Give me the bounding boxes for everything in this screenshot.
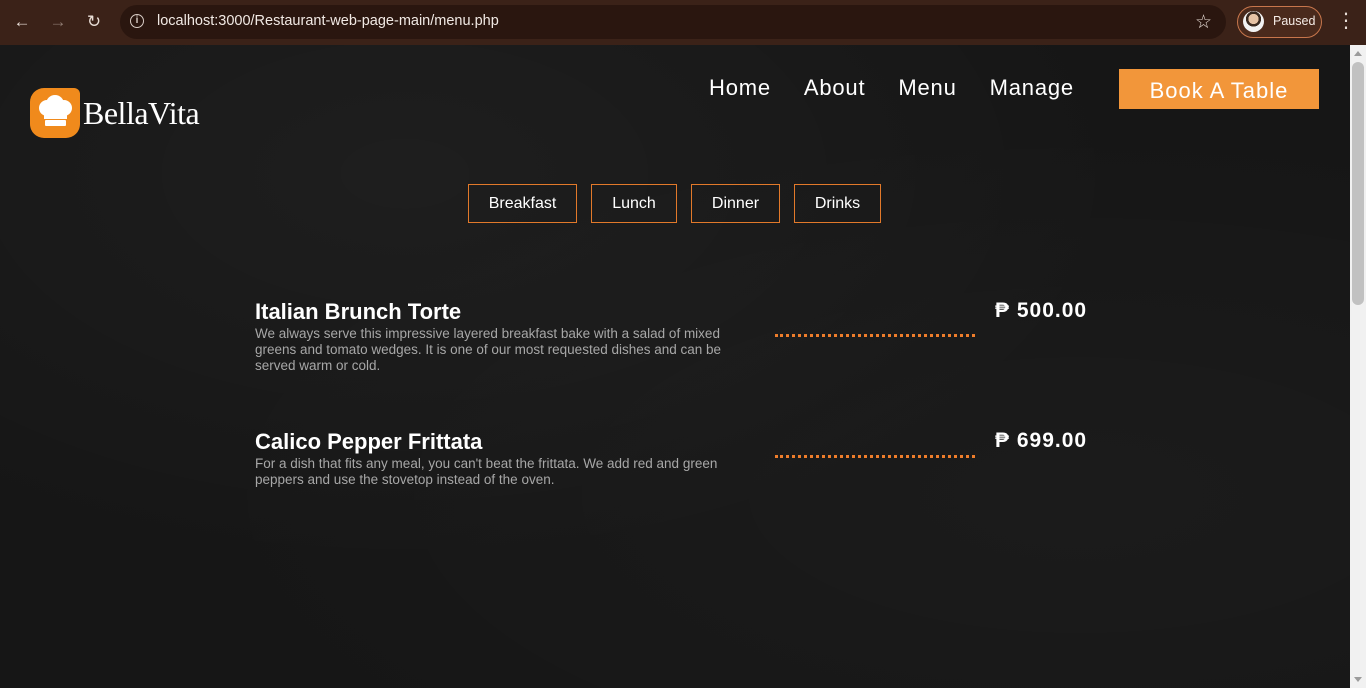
item-name: Italian Brunch Torte	[255, 299, 462, 324]
tab-dinner[interactable]: Dinner	[691, 184, 780, 223]
page-scrollbar[interactable]	[1350, 45, 1366, 688]
item-price: ₱ 500.00	[995, 299, 1088, 322]
item-description: For a dish that fits any meal, you can't…	[255, 456, 718, 487]
back-button[interactable]: ←	[9, 9, 35, 35]
nav-link-manage[interactable]: Manage	[990, 75, 1074, 101]
reload-icon: ↻	[86, 12, 102, 31]
chef-hat-icon	[30, 88, 80, 138]
nav-link-about[interactable]: About	[804, 75, 866, 101]
scroll-up-icon[interactable]	[1354, 51, 1362, 56]
brand-name: BellaVita	[83, 94, 200, 131]
menu-item: Italian Brunch Torte We always serve thi…	[255, 299, 1095, 379]
item-description: We always serve this impressive layered …	[255, 326, 722, 373]
nav-link-home[interactable]: Home	[709, 75, 771, 101]
star-icon[interactable]: ☆	[1195, 11, 1212, 34]
page-content: BellaVita Home About Menu Manage Book A …	[0, 45, 1350, 688]
book-table-button[interactable]: Book A Table	[1119, 69, 1319, 109]
nav-link-menu[interactable]: Menu	[898, 75, 956, 101]
avatar	[1243, 11, 1264, 32]
forward-button[interactable]: →	[45, 9, 71, 35]
scroll-thumb[interactable]	[1352, 62, 1364, 305]
menu-item: Calico Pepper Frittata For a dish that f…	[255, 429, 1095, 489]
tab-breakfast[interactable]: Breakfast	[468, 184, 577, 223]
address-bar[interactable]: i localhost:3000/Restaurant-web-page-mai…	[120, 5, 1226, 39]
arrow-left-icon: ←	[13, 12, 31, 31]
item-price: ₱ 699.00	[995, 429, 1088, 452]
browser-toolbar: ← → ↻ i localhost:3000/Restaurant-web-pa…	[0, 0, 1366, 45]
dotted-leader	[775, 455, 975, 458]
profile-status: Paused	[1273, 14, 1316, 28]
tab-lunch[interactable]: Lunch	[591, 184, 677, 223]
brand-logo[interactable]: BellaVita	[30, 88, 200, 138]
tab-drinks[interactable]: Drinks	[794, 184, 881, 223]
menu-category-tabs: Breakfast Lunch Dinner Drinks	[468, 184, 895, 223]
arrow-right-icon: →	[49, 12, 67, 31]
scroll-down-icon[interactable]	[1354, 677, 1362, 682]
main-navigation: Home About Menu Manage	[709, 75, 1107, 101]
profile-button[interactable]: Paused	[1237, 6, 1322, 38]
url-text[interactable]: localhost:3000/Restaurant-web-page-main/…	[157, 13, 499, 29]
reload-button[interactable]: ↻	[81, 9, 107, 35]
kebab-menu-icon[interactable]: ⋮	[1336, 9, 1356, 35]
info-icon[interactable]: i	[130, 14, 144, 28]
dotted-leader	[775, 334, 975, 337]
item-name: Calico Pepper Frittata	[255, 429, 483, 454]
